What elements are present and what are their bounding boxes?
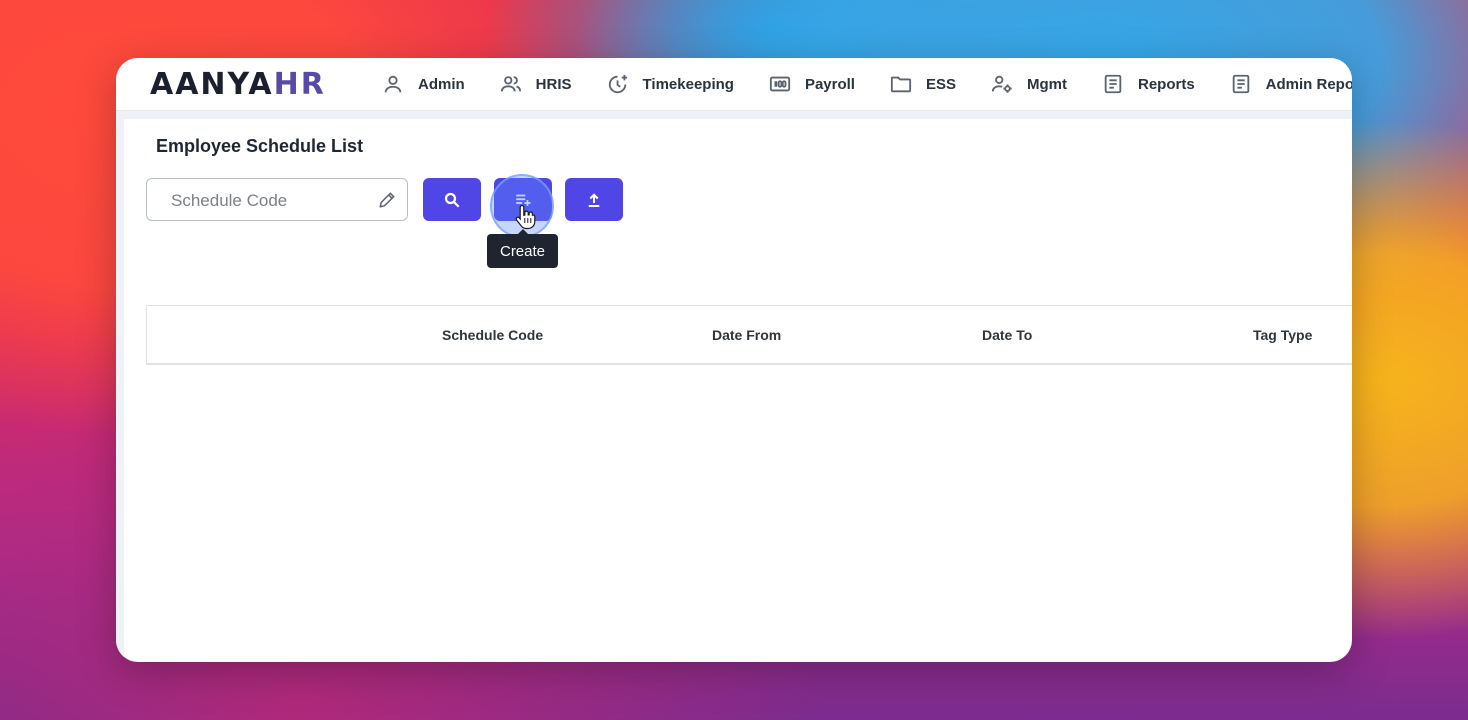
schedule-table-header: Schedule Code Date From Date To Tag Type	[146, 305, 1352, 365]
nav-label: Payroll	[804, 75, 855, 93]
nav-menu: Admin HRIS Timekeeping Payroll ESS Mgmt	[382, 58, 1352, 110]
search-icon	[444, 192, 460, 208]
nav-label: Admin Repor	[1265, 75, 1352, 93]
content-divider	[116, 111, 1352, 119]
column-header-schedule-code[interactable]: Schedule Code	[442, 306, 543, 364]
nav-label: Mgmt	[1026, 75, 1067, 93]
nav-item-admin[interactable]: Admin	[382, 73, 465, 95]
nav-item-ess[interactable]: ESS	[890, 73, 956, 95]
nav-item-mgmt[interactable]: Mgmt	[991, 73, 1067, 95]
nav-item-hris[interactable]: HRIS	[500, 73, 572, 95]
document-icon	[1104, 74, 1122, 94]
upload-button[interactable]	[565, 178, 623, 221]
pencil-icon[interactable]	[377, 190, 397, 210]
schedule-code-field[interactable]	[146, 178, 408, 222]
top-navbar: AANYAHR Admin HRIS Timekeeping Payroll E…	[116, 58, 1352, 111]
page-title: Employee Schedule List	[156, 136, 364, 156]
user-gear-icon	[991, 75, 1012, 93]
nav-item-admin-reports[interactable]: Admin Repor	[1230, 73, 1352, 95]
upload-icon	[588, 192, 600, 207]
user-icon	[384, 75, 402, 93]
nav-item-reports[interactable]: Reports	[1102, 73, 1195, 95]
nav-label: ESS	[925, 75, 956, 93]
clock-plus-icon	[608, 74, 627, 94]
logo-text: AANYA	[150, 67, 274, 102]
hand-cursor-icon	[515, 204, 536, 230]
create-tooltip: Create	[487, 229, 558, 268]
column-header-tag-type[interactable]: Tag Type	[1253, 306, 1312, 364]
column-header-date-from[interactable]: Date From	[712, 306, 781, 364]
aanyahr-logo[interactable]: AANYAHR	[150, 70, 326, 100]
users-icon	[500, 76, 521, 92]
nav-label: Reports	[1137, 75, 1195, 93]
nav-label: Admin	[418, 75, 465, 93]
nav-label: Timekeeping	[642, 75, 734, 93]
document-icon	[1232, 74, 1249, 94]
nav-item-payroll[interactable]: Payroll	[769, 73, 855, 95]
logo-accent-text: HR	[273, 67, 326, 102]
folder-icon	[890, 76, 912, 93]
app-window: AANYAHR Admin HRIS Timekeeping Payroll E…	[116, 58, 1352, 662]
nav-item-timekeeping[interactable]: Timekeeping	[607, 73, 734, 95]
column-header-date-to[interactable]: Date To	[982, 306, 1032, 364]
nav-label: HRIS	[535, 75, 572, 93]
sidebar-strip	[116, 111, 124, 662]
schedule-code-input[interactable]	[169, 179, 373, 222]
search-button[interactable]	[423, 178, 481, 221]
payroll-icon	[769, 76, 791, 92]
